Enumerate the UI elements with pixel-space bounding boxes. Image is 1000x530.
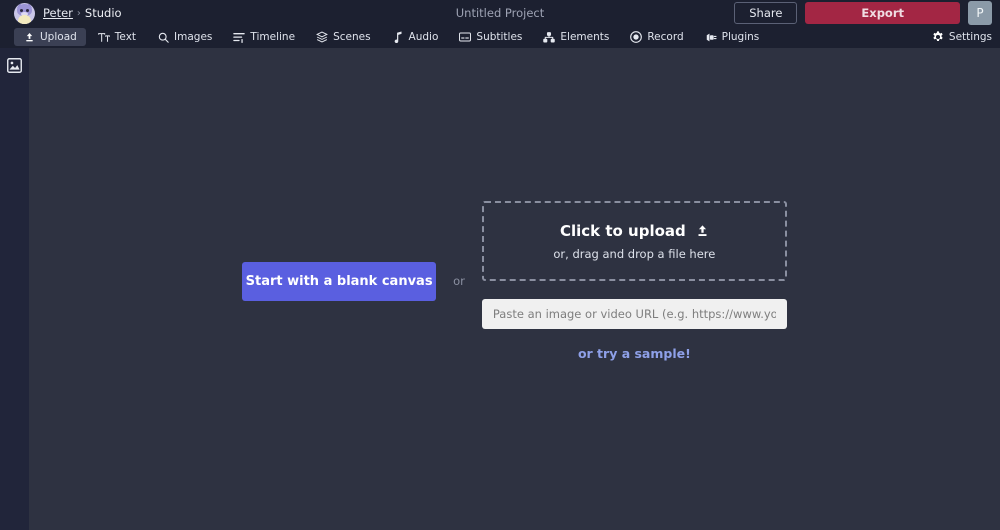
- tab-plugins-label: Plugins: [721, 31, 760, 43]
- start-blank-canvas-button[interactable]: Start with a blank canvas: [242, 261, 437, 301]
- tab-upload[interactable]: Upload: [14, 28, 86, 46]
- plug-icon: [705, 31, 717, 43]
- music-note-icon: [392, 31, 404, 43]
- nav-bar: Upload Text Images Timeline Scenes Audio…: [0, 26, 1000, 48]
- tab-subtitles[interactable]: Subtitles: [450, 28, 531, 46]
- upload-dropzone[interactable]: Click to upload or, drag and drop a file…: [481, 201, 787, 281]
- dropzone-subtitle: or, drag and drop a file here: [553, 246, 716, 261]
- try-sample-link[interactable]: or try a sample!: [578, 346, 691, 361]
- settings-button[interactable]: Settings: [932, 31, 992, 43]
- record-icon: [630, 31, 643, 43]
- tab-plugins[interactable]: Plugins: [696, 28, 769, 46]
- canvas-area: Start with a blank canvas or Click to up…: [29, 48, 1000, 530]
- studio-app: Peter › Studio Untitled Project Share Ex…: [0, 0, 1000, 530]
- share-button[interactable]: Share: [734, 2, 798, 24]
- tab-elements-label: Elements: [560, 31, 610, 43]
- tab-record[interactable]: Record: [621, 28, 692, 46]
- left-rail: [0, 48, 29, 530]
- tab-timeline[interactable]: Timeline: [224, 28, 304, 46]
- avatar-eye-right: [26, 8, 29, 12]
- gear-icon: [932, 31, 944, 43]
- breadcrumb-separator-icon: ›: [76, 7, 81, 19]
- breadcrumb-user[interactable]: Peter: [43, 6, 73, 20]
- profile-button[interactable]: P: [968, 1, 992, 25]
- body-area: Start with a blank canvas or Click to up…: [0, 48, 1000, 530]
- media-panel-toggle[interactable]: [7, 57, 23, 77]
- tab-subtitles-label: Subtitles: [476, 31, 523, 43]
- timeline-icon: [233, 31, 246, 43]
- top-bar: Peter › Studio Untitled Project Share Ex…: [0, 0, 1000, 26]
- upload-options: Start with a blank canvas or Click to up…: [242, 201, 787, 361]
- upload-icon: [23, 31, 35, 43]
- tab-scenes-label: Scenes: [333, 31, 371, 43]
- tab-text-label: Text: [114, 31, 137, 43]
- or-divider-label: or: [453, 274, 465, 288]
- avatar-body: [18, 14, 31, 24]
- tab-images[interactable]: Images: [148, 28, 221, 46]
- export-button[interactable]: Export: [805, 2, 960, 24]
- text-icon: [97, 31, 110, 43]
- top-actions: Share Export P: [734, 1, 992, 25]
- subtitles-icon: [459, 31, 472, 43]
- tab-text[interactable]: Text: [89, 28, 145, 46]
- tab-scenes[interactable]: Scenes: [307, 28, 379, 46]
- avatar-eye-left: [20, 8, 23, 12]
- dropzone-title-row: Click to upload: [560, 222, 709, 240]
- search-icon: [157, 31, 169, 43]
- nav-tabs: Upload Text Images Timeline Scenes Audio…: [14, 28, 768, 46]
- tab-record-label: Record: [647, 31, 684, 43]
- upload-arrow-icon: [696, 224, 709, 238]
- tab-audio[interactable]: Audio: [383, 28, 448, 46]
- upload-column: Click to upload or, drag and drop a file…: [481, 201, 787, 361]
- dropzone-title: Click to upload: [559, 221, 686, 240]
- breadcrumb: Peter › Studio: [14, 2, 122, 24]
- tab-elements[interactable]: Elements: [534, 28, 618, 46]
- user-avatar[interactable]: [14, 2, 35, 24]
- tab-audio-label: Audio: [408, 31, 439, 43]
- media-url-input[interactable]: [481, 299, 787, 329]
- settings-label: Settings: [948, 31, 992, 43]
- breadcrumb-section[interactable]: Studio: [85, 6, 122, 20]
- tab-images-label: Images: [174, 31, 213, 43]
- tab-upload-label: Upload: [40, 31, 77, 43]
- tab-timeline-label: Timeline: [250, 31, 296, 43]
- image-icon: [7, 57, 22, 77]
- elements-icon: [543, 31, 556, 43]
- breadcrumb-trail: Peter › Studio: [43, 6, 122, 20]
- layers-icon: [316, 31, 329, 43]
